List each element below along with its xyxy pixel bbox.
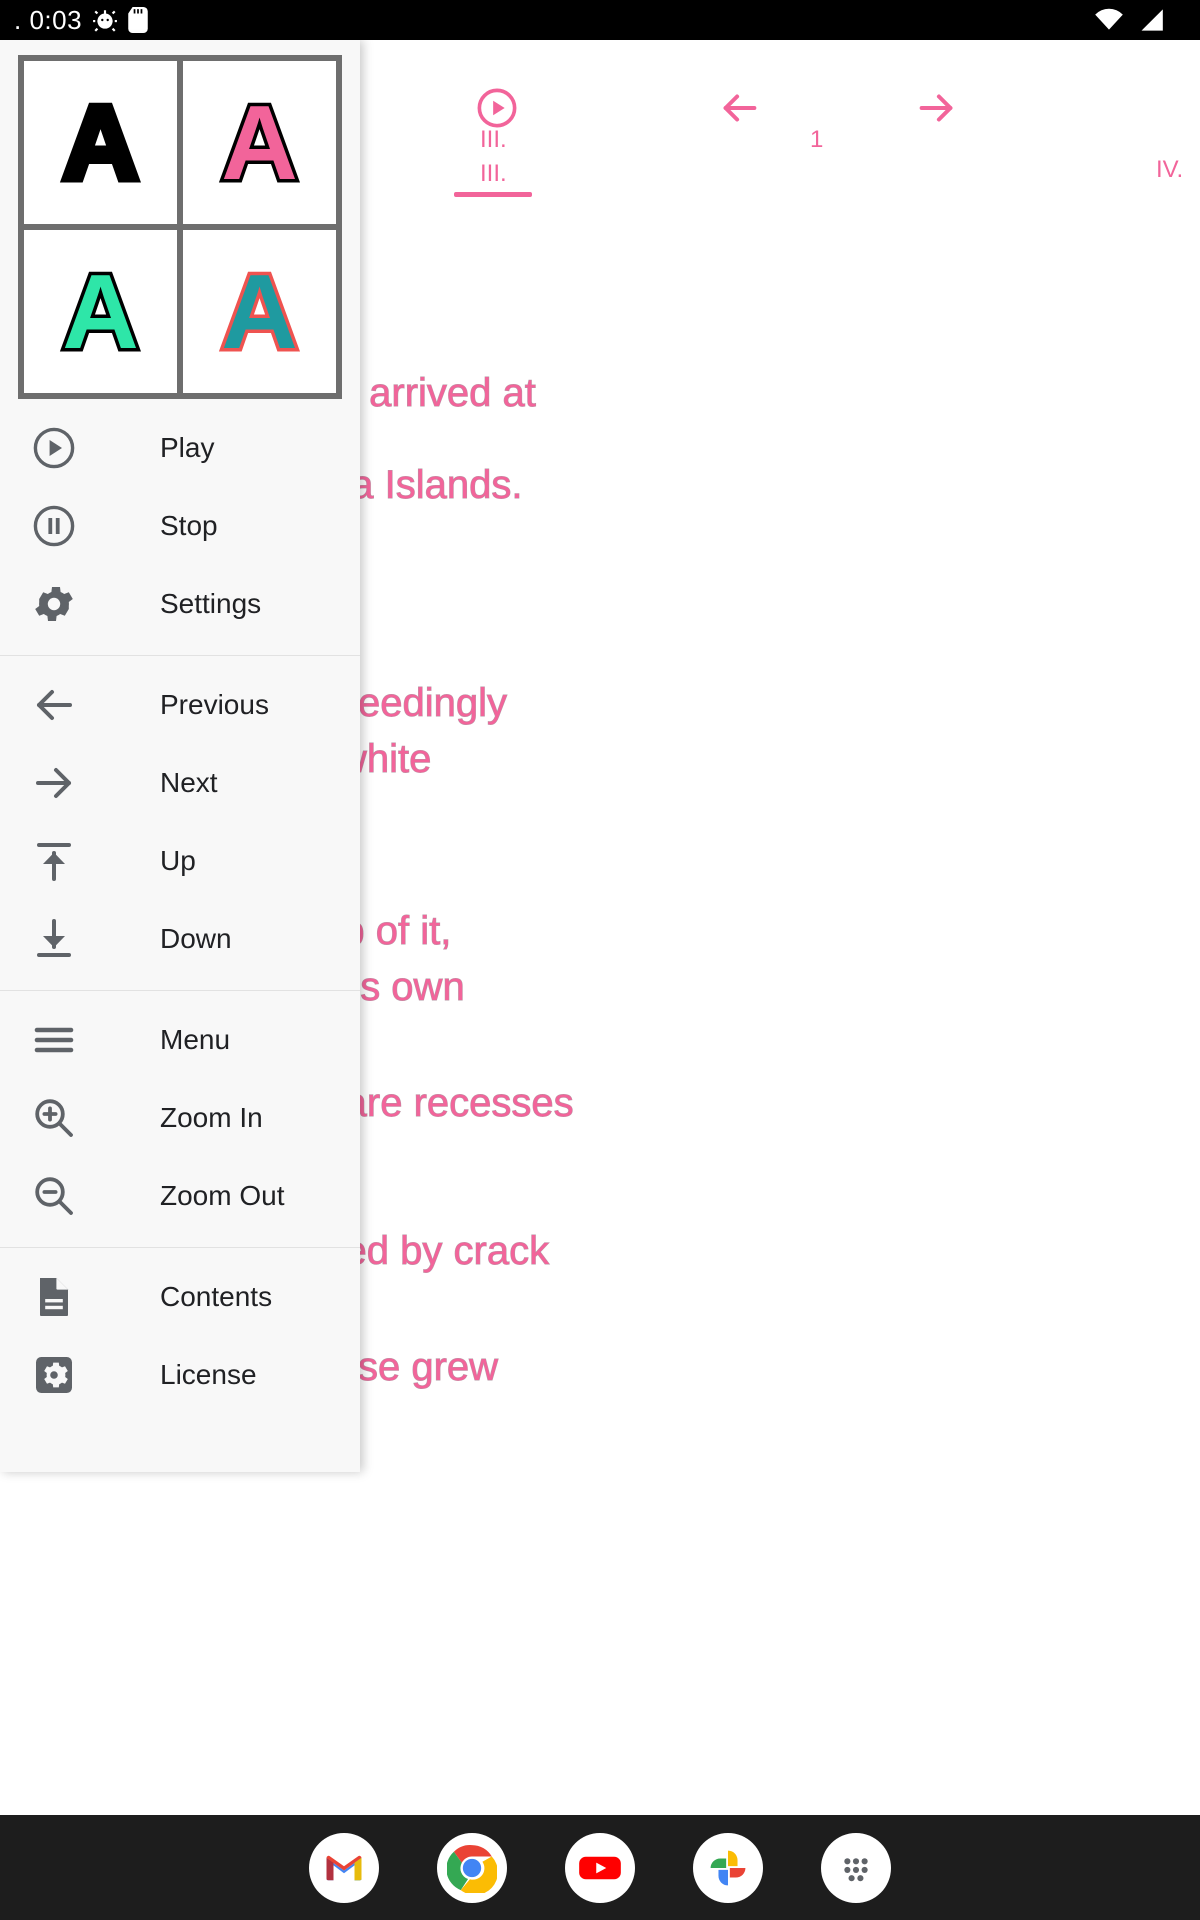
menu-item-label: Up <box>160 845 196 876</box>
pause-circle-icon <box>28 500 80 552</box>
menu-item-settings[interactable]: Settings <box>0 565 360 643</box>
android-bug-icon <box>92 7 118 33</box>
menu-item-label: Stop <box>160 510 218 541</box>
clock: . 0:03 <box>14 5 83 35</box>
chapter-current-label: III. <box>480 126 507 153</box>
menu-item-previous[interactable]: Previous <box>0 666 360 744</box>
arrow-right-icon <box>919 94 953 122</box>
document-icon <box>28 1271 80 1323</box>
menu-item-label: License <box>160 1359 257 1390</box>
swatch-letter: A <box>59 252 143 371</box>
swatch-cell[interactable]: A <box>183 230 336 393</box>
view-group: Menu Zoom In Zoom Out <box>0 990 360 1247</box>
playback-group: Play Stop Settings <box>0 399 360 655</box>
menu-item-menu[interactable]: Menu <box>0 1001 360 1079</box>
color-swatch-grid: A A A A <box>18 55 342 399</box>
chapter-sub-label: III. <box>480 160 507 187</box>
page-number-label: 1 <box>810 126 824 153</box>
swatch-cell[interactable]: A <box>24 230 177 393</box>
menu-item-play[interactable]: Play <box>0 409 360 487</box>
chapter-active-underline <box>454 192 532 197</box>
info-group: Contents License <box>0 1247 360 1426</box>
arrow-left-icon <box>28 679 80 731</box>
arrow-left-icon <box>723 94 757 122</box>
status-bar-right <box>1094 8 1186 32</box>
menu-item-label: Previous <box>160 689 269 720</box>
reader-toolbar: III. III. 1 IV. <box>440 40 1200 197</box>
swatch-cell[interactable]: A <box>183 61 336 224</box>
navigation-drawer: A A A A Play Stop Settings Previous Next… <box>0 40 360 1472</box>
chapter-next-label: IV. <box>1156 156 1184 183</box>
hamburger-menu-icon <box>28 1014 80 1066</box>
menu-item-down[interactable]: Down <box>0 900 360 978</box>
menu-item-up[interactable]: Up <box>0 822 360 900</box>
swatch-cell[interactable]: A <box>24 61 177 224</box>
play-circle-icon <box>28 422 80 474</box>
menu-item-label: Next <box>160 767 218 798</box>
wifi-icon <box>1094 8 1124 32</box>
arrow-to-bottom-icon <box>28 913 80 965</box>
arrow-right-icon <box>28 757 80 809</box>
menu-item-label: Settings <box>160 588 262 619</box>
menu-item-label: Menu <box>160 1024 231 1055</box>
swatch-letter: A <box>218 83 302 202</box>
toolbar-previous-button[interactable] <box>702 80 776 136</box>
app-drawer-icon[interactable] <box>821 1832 891 1903</box>
menu-item-zoom-out[interactable]: Zoom Out <box>0 1157 360 1235</box>
gmail-icon[interactable] <box>309 1832 379 1903</box>
youtube-icon[interactable] <box>565 1832 635 1903</box>
status-bar: . 0:03 <box>0 0 1200 40</box>
swatch-letter: A <box>218 252 302 371</box>
play-circle-icon <box>477 88 517 128</box>
sd-card-icon <box>128 7 148 33</box>
zoom-out-icon <box>28 1170 80 1222</box>
menu-item-stop[interactable]: Stop <box>0 487 360 565</box>
arrow-to-top-icon <box>28 835 80 887</box>
menu-item-next[interactable]: Next <box>0 744 360 822</box>
menu-item-label: Down <box>160 923 232 954</box>
zoom-in-icon <box>28 1092 80 1144</box>
screen: . 0:03 III. III. 1 IV. arrived at Island… <box>0 0 1200 1920</box>
gear-square-icon <box>28 1349 80 1401</box>
menu-item-zoom-in[interactable]: Zoom In <box>0 1079 360 1157</box>
gear-icon <box>28 578 80 630</box>
menu-item-label: Play <box>160 432 215 463</box>
signal-icon <box>1138 8 1164 32</box>
menu-item-label: Zoom In <box>160 1102 263 1133</box>
status-bar-left: . 0:03 <box>14 7 148 33</box>
swatch-letter: A <box>59 83 143 202</box>
menu-item-license[interactable]: License <box>0 1336 360 1414</box>
menu-item-label: Zoom Out <box>160 1180 285 1211</box>
menu-item-contents[interactable]: Contents <box>0 1258 360 1336</box>
photos-icon[interactable] <box>693 1832 763 1903</box>
menu-item-label: Contents <box>160 1281 273 1312</box>
app-dock <box>0 1815 1200 1920</box>
navigation-group: Previous Next Up Down <box>0 655 360 990</box>
chrome-icon[interactable] <box>437 1832 507 1903</box>
toolbar-next-button[interactable] <box>900 80 974 136</box>
